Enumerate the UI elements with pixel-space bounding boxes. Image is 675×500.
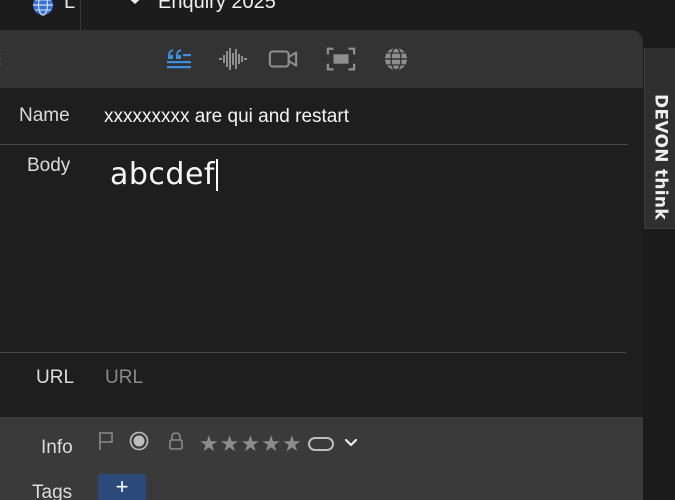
star-icon[interactable]: ★ (199, 432, 219, 455)
name-field[interactable]: xxxxxxxxx are qui and restart (104, 106, 349, 128)
audio-waveform-icon[interactable] (218, 44, 248, 74)
tag-shape-icon (122, 0, 148, 15)
star-icon[interactable]: ★ (240, 432, 260, 455)
chevron-down-icon[interactable] (344, 435, 358, 453)
capture-popup: Name xxxxxxxxx are qui and restart Body … (0, 30, 643, 500)
video-camera-icon[interactable] (268, 44, 298, 74)
devonthink-tab-label: DEVON think (650, 94, 671, 220)
background-partial-text: L (64, 0, 76, 13)
body-label: Body (27, 155, 71, 176)
url-field[interactable]: URL (105, 367, 143, 389)
screenshot-icon[interactable] (326, 44, 356, 74)
text-caret (215, 158, 218, 191)
capture-toolbar (0, 30, 643, 88)
capture-fields: Name xxxxxxxxx are qui and restart Body … (0, 88, 643, 417)
info-controls: ★ ★ ★ ★ ★ (97, 431, 358, 456)
web-globe-icon[interactable] (381, 44, 411, 74)
star-icon[interactable]: ★ (220, 432, 240, 455)
rating-stars[interactable]: ★ ★ ★ ★ ★ (199, 432, 302, 455)
status-dot-icon[interactable] (129, 431, 149, 456)
body-text: abcdef (110, 157, 215, 192)
globe-icon (32, 0, 54, 16)
body-field[interactable]: abcdef (110, 157, 218, 192)
background-document-title: Enquiry 2025 (158, 0, 276, 13)
star-icon[interactable]: ★ (261, 432, 281, 455)
lock-icon[interactable] (167, 431, 185, 456)
tags-label: Tags (32, 482, 73, 500)
background-document-item[interactable]: Enquiry 2025 (122, 0, 276, 15)
flag-icon[interactable] (97, 431, 115, 456)
screenshot-stage: L Enquiry 2025 DEVON think Name xxxxxxxx… (0, 0, 675, 500)
devonthink-side-tab[interactable]: DEVON think (644, 48, 675, 229)
background-divider (80, 0, 81, 30)
info-label: Info (41, 437, 73, 458)
star-icon[interactable]: ★ (282, 432, 302, 455)
quote-format-icon[interactable] (164, 44, 194, 74)
body-divider (0, 352, 626, 353)
info-panel: Info ★ ★ ★ ★ ★ Tags + (0, 417, 643, 500)
add-tag-button[interactable]: + (98, 474, 146, 500)
name-label: Name (19, 105, 70, 126)
drag-grip-icon[interactable] (0, 52, 2, 66)
url-label: URL (36, 367, 75, 388)
name-divider (0, 144, 628, 145)
label-pill-icon[interactable] (307, 436, 334, 451)
